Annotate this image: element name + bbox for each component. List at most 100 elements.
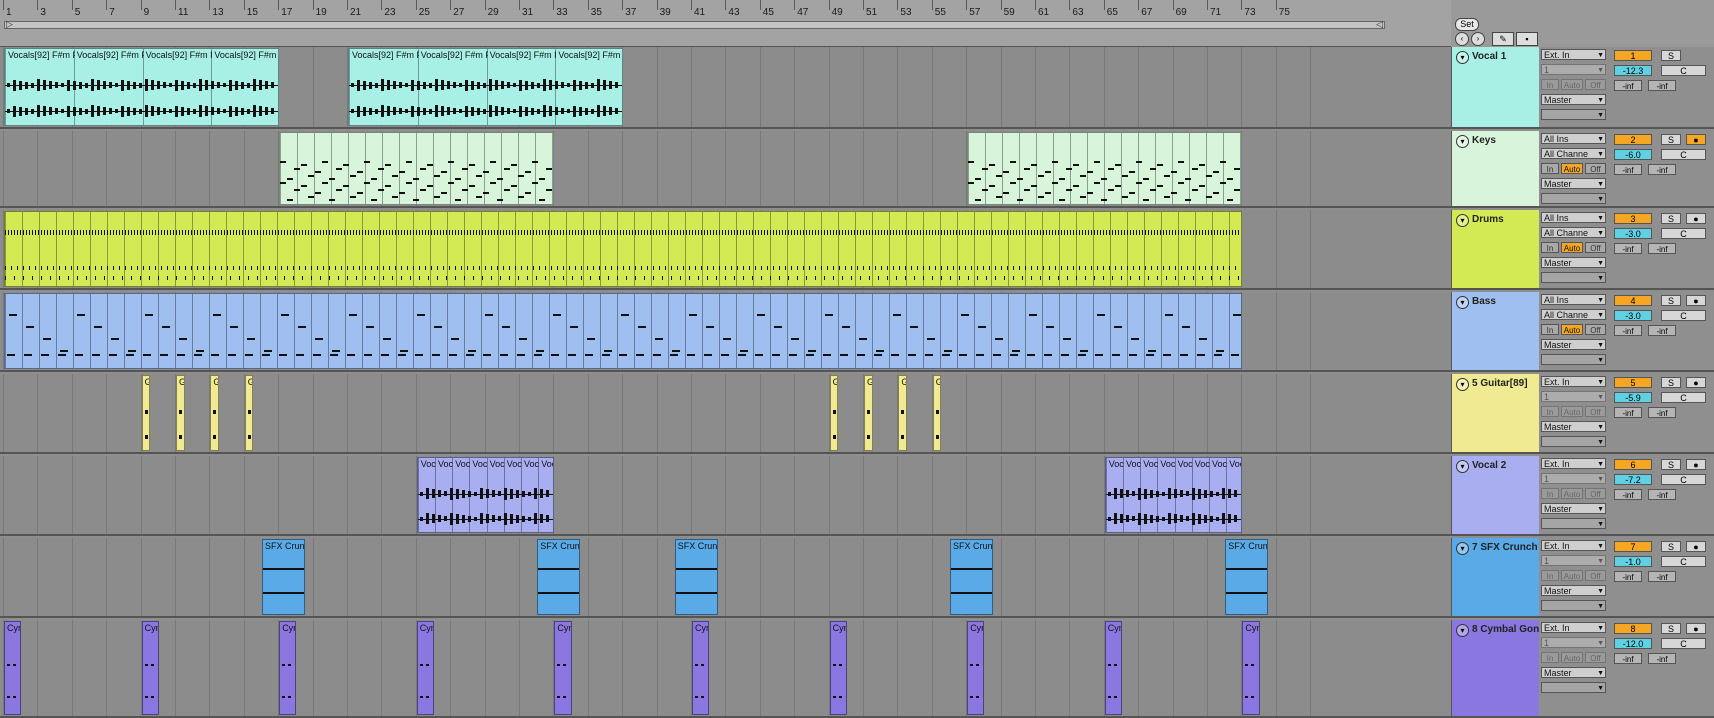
monitor-switch[interactable]: In Auto Off — [1541, 570, 1606, 581]
volume-field[interactable]: -3.0 — [1614, 310, 1652, 321]
track-header[interactable]: ▾ 8 Cymbal Gon — [1451, 620, 1539, 718]
track-lane[interactable] — [0, 292, 1451, 372]
solo-button[interactable]: S — [1661, 541, 1681, 552]
input-type-select[interactable]: Ext. In — [1541, 376, 1606, 387]
track-activator-button[interactable]: 7 — [1614, 541, 1652, 552]
output-channel-select[interactable] — [1541, 272, 1606, 283]
monitor-switch[interactable]: In Auto Off — [1541, 406, 1606, 417]
track-lane[interactable]: SFX CruncSFX CruncSFX CruncSFX CruncSFX … — [0, 538, 1451, 618]
clip[interactable]: Cym — [1242, 621, 1260, 715]
track-activator-button[interactable]: 2 — [1614, 134, 1652, 145]
input-channel-select[interactable]: 1 — [1541, 637, 1606, 648]
input-type-select[interactable]: All Ins — [1541, 212, 1606, 223]
arm-button[interactable]: ● — [1686, 541, 1706, 552]
clip[interactable]: Cym — [4, 621, 22, 715]
solo-button[interactable]: S — [1661, 134, 1681, 145]
volume-field[interactable]: -3.0 — [1614, 228, 1652, 239]
output-channel-select[interactable] — [1541, 193, 1606, 204]
clip[interactable]: G — [176, 375, 185, 451]
output-select[interactable]: Master — [1541, 257, 1606, 268]
output-select[interactable]: Master — [1541, 94, 1606, 105]
set-button[interactable]: Set — [1455, 18, 1479, 31]
arm-button[interactable]: ● — [1686, 377, 1706, 388]
clip[interactable]: Cym — [1104, 621, 1122, 715]
track-lane[interactable] — [0, 131, 1451, 208]
monitor-switch[interactable]: In Auto Off — [1541, 488, 1606, 499]
clip[interactable]: G — [829, 375, 839, 451]
clip[interactable]: G — [864, 375, 873, 451]
loop-end-marker[interactable]: ◁ — [1376, 19, 1383, 30]
fold-icon[interactable]: ▾ — [1456, 214, 1469, 227]
arm-button[interactable]: ● — [1686, 623, 1706, 634]
fold-icon[interactable]: ▾ — [1456, 624, 1469, 637]
clip[interactable]: SFX Crunc — [1225, 539, 1269, 615]
fold-icon[interactable]: ▾ — [1456, 542, 1469, 555]
clip[interactable]: VocVocVocVocVocVocVocVocVoc — [1104, 457, 1243, 533]
clip[interactable]: Cym — [141, 621, 159, 715]
output-select[interactable]: Master — [1541, 178, 1606, 189]
monitor-auto-button[interactable]: Auto — [1561, 79, 1583, 90]
pencil-icon[interactable]: ✎ — [1492, 32, 1514, 46]
monitor-in-button[interactable]: In — [1541, 406, 1559, 417]
solo-button[interactable]: S — [1661, 50, 1681, 61]
volume-field[interactable]: -5.9 — [1614, 392, 1652, 403]
monitor-in-button[interactable]: In — [1541, 324, 1559, 335]
bar-ruler[interactable]: ▷ ◁ 1 3 5 7 9 11 13 15 17 19 21 23 25 27 29 31 33 35 37 39 4… — [0, 0, 1451, 47]
clip[interactable]: G — [898, 375, 907, 451]
track-header[interactable]: ▾ 7 SFX Crunch — [1451, 538, 1539, 618]
track-name[interactable]: 5 Guitar[89] — [1472, 378, 1528, 389]
volume-field[interactable]: -6.0 — [1614, 149, 1652, 160]
input-channel-select[interactable]: 1 — [1541, 391, 1606, 402]
output-channel-select[interactable] — [1541, 682, 1606, 693]
track-activator-button[interactable]: 6 — [1614, 459, 1652, 470]
monitor-off-button[interactable]: Off — [1585, 163, 1606, 174]
monitor-auto-button[interactable]: Auto — [1561, 163, 1583, 174]
solo-button[interactable]: S — [1661, 459, 1681, 470]
track-name[interactable]: 8 Cymbal Gon — [1472, 624, 1539, 635]
track-name[interactable]: Drums — [1472, 214, 1504, 225]
input-type-select[interactable]: Ext. In — [1541, 49, 1606, 60]
input-type-select[interactable]: Ext. In — [1541, 622, 1606, 633]
output-select[interactable]: Master — [1541, 585, 1606, 596]
clip[interactable]: Vocals[92] F#m F Vocals[92] F#m F Vocals[9… — [4, 48, 280, 126]
fold-icon[interactable]: ▾ — [1456, 135, 1469, 148]
loop-brace[interactable]: ▷ ◁ — [4, 19, 1385, 30]
clip[interactable] — [967, 132, 1243, 205]
clip[interactable]: SFX Crunc — [674, 539, 718, 615]
volume-field[interactable]: -12.3 — [1614, 65, 1652, 76]
volume-field[interactable]: -7.2 — [1614, 474, 1652, 485]
track-name[interactable]: Keys — [1472, 135, 1496, 146]
clip[interactable]: SFX Crunc — [950, 539, 993, 615]
track-header[interactable]: ▾ Vocal 2 — [1451, 456, 1539, 536]
monitor-auto-button[interactable]: Auto — [1561, 570, 1583, 581]
clip[interactable]: Cym — [692, 621, 710, 715]
output-channel-select[interactable] — [1541, 354, 1606, 365]
clip[interactable]: SFX Crunc — [537, 539, 581, 615]
track-lane[interactable] — [0, 210, 1451, 290]
monitor-switch[interactable]: In Auto Off — [1541, 652, 1606, 663]
pan-field[interactable]: C — [1661, 65, 1706, 76]
track-lane[interactable]: GGGGGGGG — [0, 374, 1451, 454]
pan-field[interactable]: C — [1661, 392, 1706, 403]
track-activator-button[interactable]: 1 — [1614, 50, 1652, 61]
monitor-in-button[interactable]: In — [1541, 79, 1559, 90]
track-name[interactable]: Vocal 1 — [1472, 51, 1506, 62]
input-type-select[interactable]: All Ins — [1541, 133, 1606, 144]
arm-button[interactable]: ● — [1686, 213, 1706, 224]
output-channel-select[interactable] — [1541, 518, 1606, 529]
solo-button[interactable]: S — [1661, 623, 1681, 634]
arm-button[interactable]: ● — [1686, 295, 1706, 306]
input-channel-select[interactable]: All Channe — [1541, 148, 1606, 159]
track-activator-button[interactable]: 8 — [1614, 623, 1652, 634]
clip[interactable]: G — [932, 375, 942, 451]
monitor-off-button[interactable]: Off — [1585, 242, 1606, 253]
output-select[interactable]: Master — [1541, 339, 1606, 350]
output-select[interactable]: Master — [1541, 421, 1606, 432]
input-channel-select[interactable]: 1 — [1541, 64, 1606, 75]
clip[interactable] — [4, 293, 1243, 369]
fold-icon[interactable]: ▾ — [1456, 378, 1469, 391]
input-channel-select[interactable]: 1 — [1541, 555, 1606, 566]
monitor-in-button[interactable]: In — [1541, 163, 1559, 174]
output-channel-select[interactable] — [1541, 600, 1606, 611]
lock-icon[interactable]: ▪ — [1516, 32, 1538, 46]
